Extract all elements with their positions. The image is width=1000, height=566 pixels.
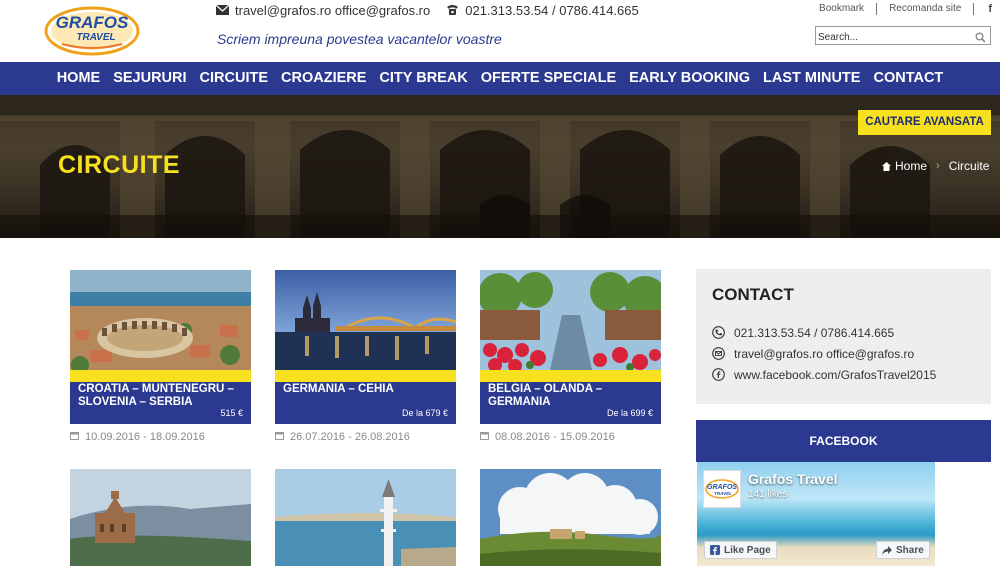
search-input[interactable] — [816, 29, 966, 46]
tour-name[interactable]: BELGIA – OLANDA – GERMANIA — [488, 383, 653, 409]
sidebar-contact: CONTACT 021.313.53.54 / 0786.414.665 tra… — [696, 269, 991, 404]
calendar-icon — [480, 431, 489, 443]
grafos-logo[interactable]: GRAFOS TRAVEL — [44, 4, 140, 56]
tour-dates: 26.07.2016 - 26.08.2016 — [275, 431, 456, 443]
home-icon — [882, 161, 891, 171]
nav-city-break[interactable]: CITY BREAK — [373, 62, 474, 95]
bookmark-link[interactable]: Bookmark — [807, 3, 878, 15]
fb-page-name[interactable]: Grafos Travel — [748, 471, 838, 487]
nav-last-minute[interactable]: LAST MINUTE — [757, 62, 867, 95]
facebook-icon[interactable]: f — [974, 3, 992, 15]
contact-email-row: travel@grafos.ro office@grafos.ro — [712, 343, 975, 364]
slogan: Scriem impreuna povestea vacantelor voas… — [217, 31, 502, 47]
envelope-icon — [712, 347, 734, 360]
search-icon[interactable] — [975, 30, 986, 48]
tour-dates: 10.09.2016 - 18.09.2016 — [70, 431, 251, 443]
tour-image-croatia[interactable] — [70, 270, 251, 370]
fb-like-page-button[interactable]: Like Page — [704, 541, 777, 559]
tour-image-germania[interactable] — [275, 270, 456, 370]
calendar-icon — [275, 431, 284, 443]
nav-sejururi[interactable]: SEJURURI — [107, 62, 193, 95]
logo-text-top: GRAFOS — [56, 13, 129, 32]
tour-card[interactable] — [70, 469, 251, 566]
tour-price: De la 699 € — [606, 408, 653, 418]
tour-card[interactable]: GERMANIA – CEHIA De la 679 € 26.07.2016 … — [275, 270, 456, 443]
tour-dates-text: 08.08.2016 - 15.09.2016 — [495, 431, 615, 443]
header-emails[interactable]: travel@grafos.ro office@grafos.ro — [235, 3, 430, 18]
tour-info[interactable]: BELGIA – OLANDA – GERMANIA De la 699 € — [480, 382, 661, 424]
chevron-right-icon: › — [936, 160, 940, 172]
calendar-icon — [70, 431, 79, 443]
tour-card[interactable]: BELGIA – OLANDA – GERMANIA De la 699 € 0… — [480, 270, 661, 443]
contact-title: CONTACT — [712, 285, 794, 304]
tour-card[interactable] — [480, 469, 661, 566]
tour-price: 515 € — [220, 408, 243, 418]
contact-email[interactable]: travel@grafos.ro office@grafos.ro — [734, 347, 914, 361]
breadcrumb-current: Circuite — [948, 159, 990, 173]
breadcrumb: Home › Circuite — [882, 159, 989, 173]
tour-image-mosque[interactable] — [275, 469, 456, 566]
fb-avatar-text-bottom: TRAVEL — [714, 491, 732, 496]
fb-share-label: Share — [896, 544, 924, 556]
envelope-icon — [215, 3, 230, 18]
fb-avatar-text-top: GRAFOS — [707, 484, 737, 491]
nav-home[interactable]: HOME — [50, 62, 107, 95]
site-header: GRAFOS TRAVEL travel@grafos.ro office@gr… — [0, 0, 1000, 62]
tour-info[interactable]: CROATIA – MUNTENEGRU – SLOVENIA – SERBIA… — [70, 382, 251, 424]
header-phones[interactable]: 021.313.53.54 / 0786.414.665 — [465, 3, 639, 18]
tour-card[interactable] — [275, 469, 456, 566]
contact-phone[interactable]: 021.313.53.54 / 0786.414.665 — [734, 326, 894, 340]
phone-icon — [446, 3, 459, 18]
page-title: CIRCUITE — [58, 151, 181, 179]
advanced-search-button[interactable]: CAUTARE AVANSATA — [858, 110, 991, 135]
breadcrumb-home[interactable]: Home — [895, 159, 927, 173]
contact-phone-row: 021.313.53.54 / 0786.414.665 — [712, 322, 975, 343]
facebook-page-widget[interactable]: GRAFOS TRAVEL Grafos Travel 141 likes Li… — [697, 462, 935, 566]
facebook-icon — [712, 368, 734, 381]
tour-dates: 08.08.2016 - 15.09.2016 — [480, 431, 661, 443]
facebook-widget-title: FACEBOOK — [696, 420, 991, 462]
main-nav: HOME SEJURURI CIRCUITE CROAZIERE CITY BR… — [0, 62, 1000, 95]
tour-name[interactable]: CROATIA – MUNTENEGRU – SLOVENIA – SERBIA — [78, 383, 243, 409]
nav-circuite[interactable]: CIRCUITE — [193, 62, 274, 95]
fb-like-label: Like Page — [724, 544, 771, 556]
recommend-site-link[interactable]: Recomanda site — [877, 3, 975, 15]
tour-dates-text: 26.07.2016 - 26.08.2016 — [290, 431, 410, 443]
hero-banner: CIRCUITE CAUTARE AVANSATA Home › Circuit… — [0, 95, 1000, 238]
nav-croaziere[interactable]: CROAZIERE — [275, 62, 373, 95]
fb-share-button[interactable]: Share — [876, 541, 930, 559]
tour-image-belgia[interactable] — [480, 270, 661, 370]
tour-image-tuscany[interactable] — [480, 469, 661, 566]
search-box — [815, 26, 991, 48]
phone-icon — [712, 326, 734, 339]
facebook-icon — [710, 545, 720, 555]
nav-early-booking[interactable]: EARLY BOOKING — [623, 62, 757, 95]
tour-dates-text: 10.09.2016 - 18.09.2016 — [85, 431, 205, 443]
tour-image-ohrid[interactable] — [70, 469, 251, 566]
tour-card[interactable]: CROATIA – MUNTENEGRU – SLOVENIA – SERBIA… — [70, 270, 251, 443]
fb-page-avatar[interactable]: GRAFOS TRAVEL — [703, 470, 741, 508]
tour-name[interactable]: GERMANIA – CEHIA — [283, 383, 448, 396]
share-icon — [882, 545, 892, 555]
top-links: Bookmark Recomanda site f — [807, 3, 992, 15]
logo-text-bottom: TRAVEL — [76, 32, 115, 43]
contact-facebook-url[interactable]: www.facebook.com/GrafosTravel2015 — [734, 368, 936, 382]
tour-price: De la 679 € — [401, 408, 448, 418]
contact-facebook-row: www.facebook.com/GrafosTravel2015 — [712, 364, 975, 385]
fb-likes-count: 141 likes — [748, 489, 788, 500]
tour-info[interactable]: GERMANIA – CEHIA De la 679 € — [275, 382, 456, 424]
header-contact: travel@grafos.ro office@grafos.ro 021.31… — [215, 3, 639, 18]
nav-oferte-speciale[interactable]: OFERTE SPECIALE — [474, 62, 622, 95]
nav-contact[interactable]: CONTACT — [867, 62, 950, 95]
